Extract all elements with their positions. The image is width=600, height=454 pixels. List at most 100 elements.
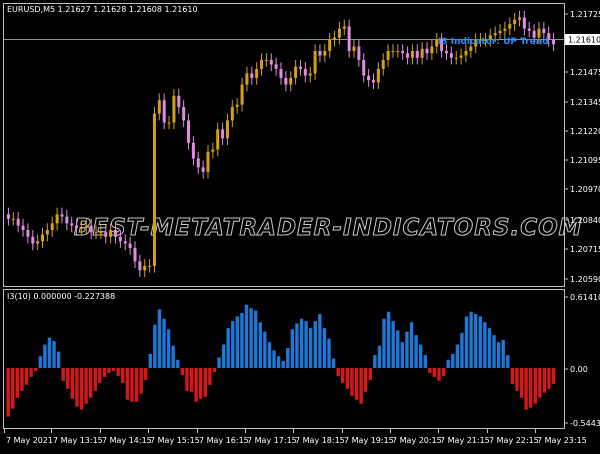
candle-body (459, 55, 463, 58)
candle-body (503, 28, 507, 31)
histogram-bar-up (414, 335, 418, 368)
histogram-bar-up (309, 328, 313, 368)
candle-body (211, 149, 215, 152)
histogram-bar-up (281, 360, 285, 368)
histogram-bar-down (341, 368, 345, 383)
histogram-bar-down (29, 368, 33, 377)
histogram-bar-up (217, 357, 221, 368)
candle-body (26, 230, 30, 237)
histogram-bar-up (377, 345, 382, 368)
candle-body (104, 232, 108, 237)
candle-body (401, 51, 405, 54)
histogram-bar-up (258, 322, 262, 368)
candle-body (235, 104, 239, 107)
candle-body (367, 75, 371, 81)
histogram-bar-up (391, 321, 395, 368)
candle-body (148, 265, 152, 267)
histogram-bar-down (24, 368, 29, 385)
candle-body (289, 77, 293, 85)
histogram-bar-up (331, 358, 336, 368)
price-tick-label: 1.21095 (570, 156, 600, 165)
histogram-bar-up (244, 304, 249, 368)
histogram-bar-up (322, 328, 327, 368)
candle-body (362, 59, 366, 76)
histogram-bar-up (487, 328, 492, 368)
candle-body (508, 24, 512, 29)
candle-body (260, 59, 264, 69)
histogram-bar-up (43, 344, 47, 368)
histogram-bar-down (180, 368, 185, 375)
candle-body (444, 51, 448, 54)
histogram-bar-down (533, 368, 537, 404)
histogram-bar-up (501, 339, 505, 368)
histogram-bar-down (144, 368, 148, 380)
candle-body (420, 48, 424, 58)
candle-body (264, 59, 268, 61)
candle-body (152, 113, 156, 266)
candle-body (6, 214, 10, 219)
histogram-bar-down (524, 368, 528, 410)
candle-body (415, 51, 419, 58)
histogram-bar-up (373, 355, 377, 368)
candle-body (84, 225, 88, 228)
candle-body (138, 261, 142, 271)
candle-body (16, 218, 20, 226)
histogram-bar-down (116, 368, 120, 376)
histogram-bar-down (547, 368, 551, 389)
histogram-bar-down (203, 368, 207, 397)
time-tick-label: 7 May 13:15 (53, 436, 103, 445)
histogram-bar-down (61, 368, 65, 381)
histogram-bar-up (240, 312, 244, 368)
histogram-bar-down (89, 368, 93, 398)
histogram-bar-up (474, 314, 478, 368)
candle-body (225, 120, 229, 139)
candle-body (75, 225, 79, 228)
candle-body (55, 214, 59, 224)
histogram-bar-up (299, 318, 304, 368)
time-tick-label: 7 May 17:15 (247, 436, 297, 445)
histogram-bar-down (354, 368, 359, 400)
indicator-status-label: I3 Indicator: UP Trend (438, 37, 549, 47)
candle-body (41, 234, 45, 242)
candle-body (221, 129, 225, 139)
time-tick-label: 7 May 19:15 (344, 436, 394, 445)
histogram-bar-down (15, 368, 20, 398)
price-tick-label: 1.21725 (570, 10, 600, 19)
histogram-bar-down (538, 368, 542, 398)
candle-body (118, 236, 122, 242)
histogram-bar-up (460, 332, 464, 368)
candle-body (31, 236, 35, 244)
histogram-bar-up (47, 337, 52, 368)
candle-body (371, 80, 375, 83)
time-tick-label: 7 May 15:15 (150, 436, 200, 445)
histogram-bar-down (66, 368, 70, 389)
candle-body (430, 46, 434, 54)
candle-body (318, 51, 322, 56)
time-tick-label: 7 May 2021 (6, 436, 53, 445)
time-tick-label: 7 May 20:15 (392, 436, 442, 445)
price-tick-label: 1.21475 (570, 68, 600, 77)
histogram-bar-down (70, 368, 75, 399)
candle-body (70, 223, 74, 226)
current-price-value: 1.21610 (568, 36, 600, 45)
histogram-bar-up (483, 322, 487, 368)
chart-window[interactable]: BEST-METATRADER-INDICATORS.COM 1.21725 1.… (0, 0, 600, 450)
candle-body (250, 73, 254, 78)
candle-body (391, 51, 395, 52)
candle-body (94, 232, 98, 234)
candle-body (172, 95, 176, 123)
histogram-bar-up (496, 342, 501, 368)
histogram-bar-up (157, 309, 162, 368)
candle-body (109, 230, 113, 237)
candle-body (36, 241, 40, 244)
candle-body (323, 51, 327, 56)
histogram-bar-down (368, 368, 372, 380)
candle-body (201, 167, 205, 172)
histogram-bar-up (506, 355, 510, 368)
histogram-bar-up (56, 351, 61, 368)
candle-body (298, 66, 302, 69)
candle-body (449, 53, 453, 58)
histogram-bar-down (93, 368, 97, 391)
time-tick-label: 7 May 18:15 (295, 436, 345, 445)
candle-body (522, 17, 526, 29)
